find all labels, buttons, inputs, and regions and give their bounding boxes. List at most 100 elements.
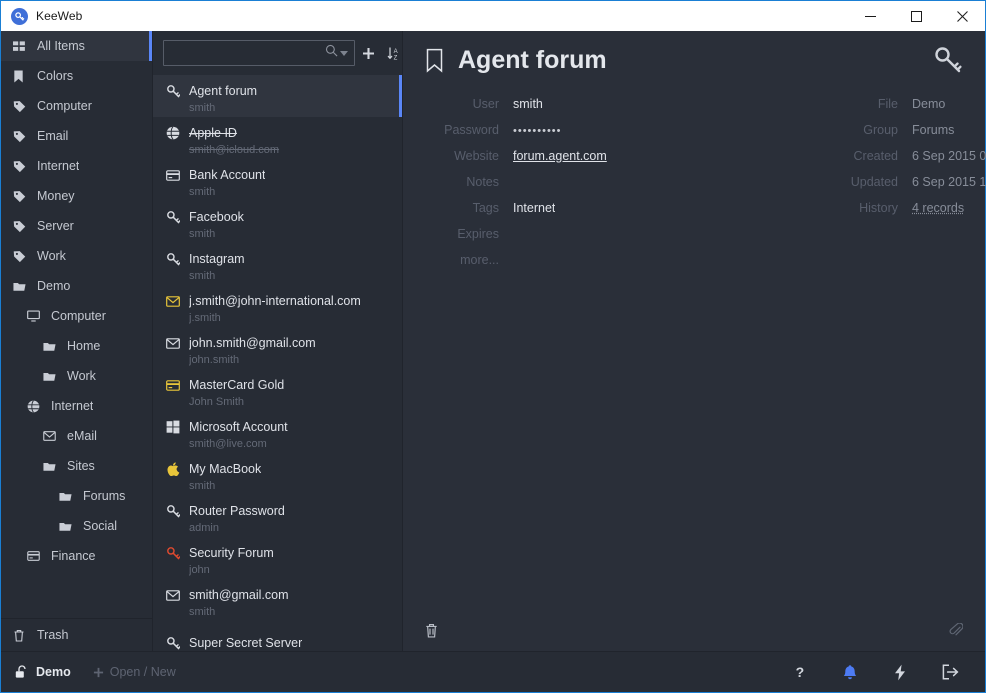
list-item[interactable]: smith@gmail.com smith xyxy=(153,579,402,621)
magnifier-icon[interactable] xyxy=(325,44,338,62)
list-item-header: j.smith@john-international.com xyxy=(165,293,392,310)
help-icon[interactable]: ? xyxy=(775,652,825,693)
sidebar-item-server[interactable]: Server xyxy=(1,211,152,241)
list-item[interactable]: Router Password admin xyxy=(153,495,402,537)
sidebar-item-label: eMail xyxy=(67,429,97,443)
bell-icon[interactable] xyxy=(825,652,875,693)
detail-field-value[interactable]: 4 records xyxy=(912,201,964,215)
details-left-column: User smith Password •••••••••• Website forum.… xyxy=(403,95,763,651)
sidebar-item-all-items[interactable]: All Items xyxy=(1,31,152,61)
key-icon[interactable] xyxy=(933,45,963,75)
sidebar-item-email[interactable]: Email xyxy=(1,121,152,151)
detail-field[interactable]: History 4 records xyxy=(767,201,986,227)
sidebar-item-money[interactable]: Money xyxy=(1,181,152,211)
sidebar-item-computer[interactable]: Computer xyxy=(1,301,152,331)
search-adornments[interactable] xyxy=(325,44,348,62)
list-item[interactable]: Super Secret Server xyxy=(153,621,402,651)
search-field-wrapper[interactable] xyxy=(163,40,355,66)
detail-field[interactable]: Website forum.agent.com xyxy=(403,149,763,175)
list-item-title: Super Secret Server xyxy=(189,636,303,650)
main-body: All Items Colors Computer Email Internet Mone… xyxy=(1,31,986,651)
entry-list-panel: A Z Agent forum smith Apple ID smith@icloud… xyxy=(153,31,403,651)
bolt-icon[interactable] xyxy=(875,652,925,693)
plus-icon xyxy=(93,667,104,678)
paperclip-icon[interactable] xyxy=(949,622,963,638)
detail-field[interactable]: File Demo xyxy=(767,97,986,123)
exit-icon[interactable] xyxy=(925,652,975,693)
card-icon xyxy=(27,551,44,561)
envelope-icon xyxy=(165,589,181,601)
detail-field[interactable]: Tags Internet xyxy=(403,201,763,227)
list-item-title: Agent forum xyxy=(189,84,258,98)
list-item[interactable]: Apple ID smith@icloud.com xyxy=(153,117,402,159)
detail-field-value[interactable]: forum.agent.com xyxy=(513,149,607,163)
trash-icon xyxy=(13,629,30,642)
list-item[interactable]: MasterCard Gold John Smith xyxy=(153,369,402,411)
list-item-header: smith@gmail.com xyxy=(165,587,392,604)
detail-field[interactable]: Password •••••••••• xyxy=(403,123,763,149)
detail-field[interactable]: more... xyxy=(403,253,763,279)
sidebar-trash-label: Trash xyxy=(37,628,69,642)
list-item[interactable]: Agent forum smith xyxy=(153,75,402,117)
sidebar-item-social[interactable]: Social xyxy=(1,511,152,541)
sidebar-item-finance[interactable]: Finance xyxy=(1,541,152,571)
footer-bar: Demo Open / New ? xyxy=(1,651,985,692)
list-item[interactable]: Instagram smith xyxy=(153,243,402,285)
detail-field[interactable]: Group Forums xyxy=(767,123,986,149)
detail-field[interactable]: Updated 6 Sep 2015 13:18:51 xyxy=(767,175,986,201)
detail-field-label: Created xyxy=(853,149,898,163)
detail-field[interactable]: Expires xyxy=(403,227,763,253)
list-item-header: Facebook xyxy=(165,209,392,226)
list-item[interactable]: My MacBook smith xyxy=(153,453,402,495)
sidebar-item-forums[interactable]: Forums xyxy=(1,481,152,511)
delete-entry-icon[interactable] xyxy=(425,623,438,638)
sidebar-item-label: Sites xyxy=(67,459,95,473)
details-right-column: File Demo Group Forums Created 6 Sep 2015 09:… xyxy=(763,95,986,651)
sidebar-trash-section: Trash xyxy=(1,618,152,651)
close-button[interactable] xyxy=(939,1,985,31)
monitor-icon xyxy=(27,310,44,322)
maximize-button[interactable] xyxy=(893,1,939,31)
sidebar-item-colors[interactable]: Colors xyxy=(1,61,152,91)
chevron-down-icon[interactable] xyxy=(340,50,348,56)
list-item[interactable]: Bank Account smith xyxy=(153,159,402,201)
bookmark-icon xyxy=(13,70,30,83)
list-item[interactable]: Microsoft Account smith@live.com xyxy=(153,411,402,453)
tag-icon xyxy=(13,250,30,263)
detail-field[interactable]: Created 6 Sep 2015 09:27:33 xyxy=(767,149,986,175)
detail-field-label: Tags xyxy=(472,201,499,215)
list-item[interactable]: john.smith@gmail.com john.smith xyxy=(153,327,402,369)
list-item-header: Bank Account xyxy=(165,167,392,184)
sidebar-item-computer[interactable]: Computer xyxy=(1,91,152,121)
sidebar-item-work[interactable]: Work xyxy=(1,361,152,391)
footer-open-new-button[interactable]: Open / New xyxy=(93,665,176,679)
sidebar-item-label: Server xyxy=(37,219,74,233)
entry-list[interactable]: Agent forum smith Apple ID smith@icloud.com… xyxy=(153,75,402,651)
footer-file-button[interactable]: Demo xyxy=(15,665,71,679)
card-icon xyxy=(165,169,181,181)
detail-field[interactable]: User smith xyxy=(403,97,763,123)
list-item-header: My MacBook xyxy=(165,461,392,478)
sidebar-item-work[interactable]: Work xyxy=(1,241,152,271)
search-input[interactable] xyxy=(170,46,325,60)
sidebar-item-trash[interactable]: Trash xyxy=(1,619,152,651)
list-item-header: Agent forum xyxy=(165,83,392,100)
minimize-button[interactable] xyxy=(847,1,893,31)
add-entry-button[interactable] xyxy=(355,38,381,68)
detail-field[interactable]: Notes xyxy=(403,175,763,201)
apple-icon xyxy=(165,462,181,476)
sidebar-item-internet[interactable]: Internet xyxy=(1,151,152,181)
list-item[interactable]: Security Forum john xyxy=(153,537,402,579)
sidebar-item-label: Computer xyxy=(51,309,106,323)
svg-text:A: A xyxy=(393,48,397,54)
sidebar-item-label: Colors xyxy=(37,69,74,83)
sidebar-item-email[interactable]: eMail xyxy=(1,421,152,451)
sidebar-item-home[interactable]: Home xyxy=(1,331,152,361)
sidebar-item-demo[interactable]: Demo xyxy=(1,271,152,301)
list-item[interactable]: Facebook smith xyxy=(153,201,402,243)
sidebar-item-sites[interactable]: Sites xyxy=(1,451,152,481)
sidebar-item-internet[interactable]: Internet xyxy=(1,391,152,421)
list-item[interactable]: j.smith@john-international.com j.smith xyxy=(153,285,402,327)
list-item-subtitle: smith xyxy=(189,479,216,492)
detail-field-value: smith xyxy=(513,97,543,111)
